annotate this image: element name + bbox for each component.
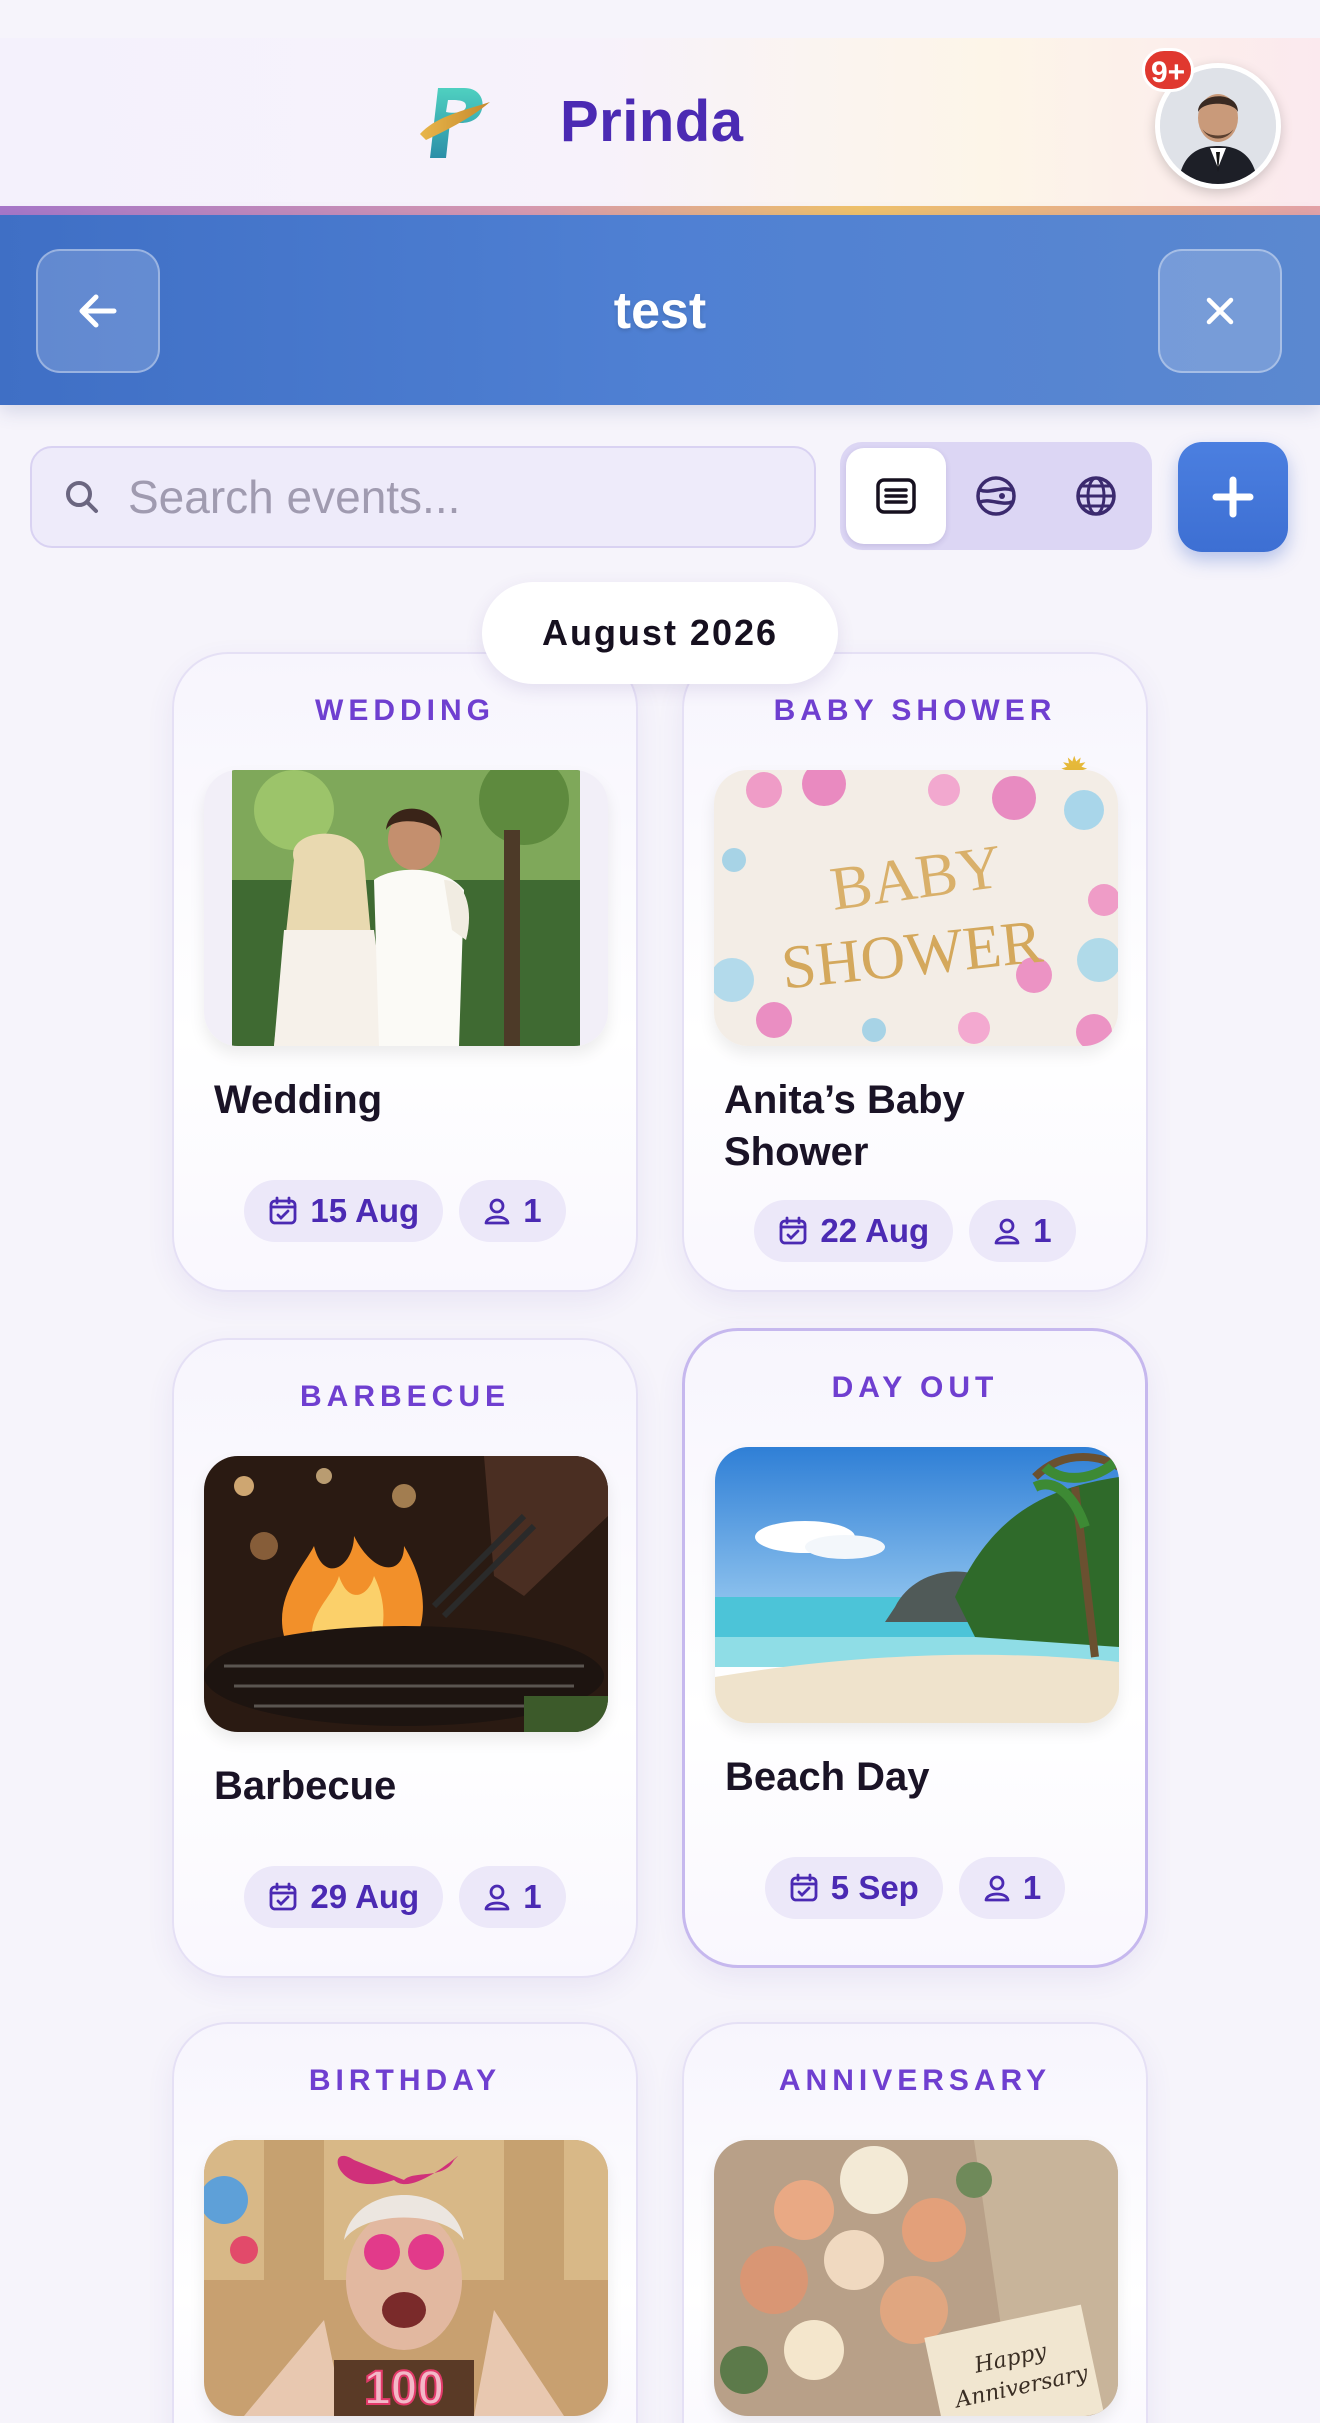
event-date: 15 Aug bbox=[310, 1192, 420, 1229]
event-meta: 22 Aug 1 bbox=[684, 1200, 1146, 1262]
event-date: 29 Aug bbox=[310, 1878, 420, 1915]
plus-icon bbox=[1212, 476, 1254, 518]
event-category: BABY SHOWER bbox=[773, 694, 1057, 727]
calendar-icon bbox=[270, 1196, 297, 1225]
globe-icon bbox=[1076, 476, 1116, 516]
event-name: Wedding bbox=[214, 1078, 383, 1122]
person-icon bbox=[484, 1884, 510, 1911]
search-field[interactable] bbox=[30, 446, 816, 548]
close-icon bbox=[1206, 297, 1234, 325]
app-logo-icon[interactable] bbox=[416, 80, 496, 160]
person-icon bbox=[484, 1198, 510, 1225]
guests-chip: 1 bbox=[969, 1200, 1076, 1262]
search-icon bbox=[66, 481, 98, 513]
guest-count: 1 bbox=[1033, 1212, 1052, 1249]
event-image-birthday: 100 bbox=[204, 2140, 608, 2416]
app-name: Prinda bbox=[560, 89, 744, 154]
header-divider bbox=[0, 206, 1320, 215]
date-chip: 29 Aug bbox=[244, 1866, 444, 1928]
event-image-barbecue bbox=[204, 1456, 608, 1732]
list-icon bbox=[876, 478, 916, 514]
event-image-baby-shower: BABY SHOWER bbox=[714, 770, 1118, 1046]
guests-chip: 1 bbox=[459, 1866, 566, 1928]
event-image-wedding bbox=[204, 770, 608, 1046]
event-category: BARBECUE bbox=[299, 1380, 510, 1413]
person-icon bbox=[984, 1875, 1010, 1902]
event-card-birthday[interactable]: BIRTHDAY 100 bbox=[172, 2022, 638, 2423]
person-icon bbox=[994, 1218, 1020, 1245]
event-meta: 15 Aug 1 bbox=[174, 1180, 636, 1242]
event-category: DAY OUT bbox=[831, 1371, 999, 1404]
calendar-view-button[interactable] bbox=[946, 448, 1046, 544]
event-date: 5 Sep bbox=[830, 1869, 919, 1906]
guests-chip: 1 bbox=[459, 1180, 566, 1242]
event-image-beach-day bbox=[715, 1447, 1119, 1723]
event-card-barbecue[interactable]: BARBECUE Barbecue 29 Aug 1 bbox=[172, 1338, 638, 1978]
status-strip bbox=[0, 0, 1320, 38]
event-card-beach-day[interactable]: DAY OUT Beach Day 5 Sep 1 bbox=[682, 1328, 1148, 1968]
event-card-anniversary[interactable]: ANNIVERSARY Happy Anniversary bbox=[682, 2022, 1148, 2423]
calendar-icon bbox=[270, 1882, 297, 1911]
calendar-icon bbox=[780, 1216, 807, 1245]
event-meta: 29 Aug 1 bbox=[174, 1866, 636, 1928]
list-view-button[interactable] bbox=[846, 448, 946, 544]
guests-chip: 1 bbox=[958, 1857, 1066, 1919]
event-card-wedding[interactable]: WEDDING Wedding 15 Aug 1 bbox=[172, 652, 638, 1292]
event-name: Barbecue bbox=[214, 1764, 397, 1808]
guest-count: 1 bbox=[1022, 1869, 1042, 1906]
view-mode-toggle bbox=[840, 442, 1152, 550]
event-name: Beach Day bbox=[725, 1755, 930, 1799]
add-event-button[interactable] bbox=[1178, 442, 1288, 552]
event-category: WEDDING bbox=[315, 694, 495, 727]
guest-count: 1 bbox=[523, 1878, 542, 1915]
event-name: Anita’s Baby Shower bbox=[724, 1078, 965, 1174]
month-header: August 2026 bbox=[482, 582, 838, 684]
page-title: test bbox=[613, 282, 707, 340]
event-image-anniversary: Happy Anniversary bbox=[714, 2140, 1118, 2416]
close-button[interactable] bbox=[1158, 249, 1282, 373]
calendar-icon bbox=[790, 1873, 818, 1902]
svg-text:100: 100 bbox=[364, 2362, 444, 2415]
date-chip: 15 Aug bbox=[244, 1180, 444, 1242]
event-meta: 5 Sep 1 bbox=[685, 1857, 1145, 1919]
title-bar: test bbox=[0, 215, 1320, 405]
event-card-baby-shower[interactable]: BABY SHOWER ✹ BABY SHOWER Anita’s Baby S… bbox=[682, 652, 1148, 1292]
globe-view-button[interactable] bbox=[1046, 448, 1146, 544]
search-input[interactable] bbox=[128, 470, 768, 524]
event-category: ANNIVERSARY bbox=[778, 2064, 1052, 2097]
date-chip: 5 Sep bbox=[764, 1857, 943, 1919]
event-category: BIRTHDAY bbox=[308, 2064, 502, 2097]
event-date: 22 Aug bbox=[820, 1212, 930, 1249]
guest-count: 1 bbox=[523, 1192, 542, 1229]
planet-icon bbox=[976, 476, 1016, 516]
notification-badge: 9+ bbox=[1142, 48, 1195, 92]
date-chip: 22 Aug bbox=[754, 1200, 954, 1262]
